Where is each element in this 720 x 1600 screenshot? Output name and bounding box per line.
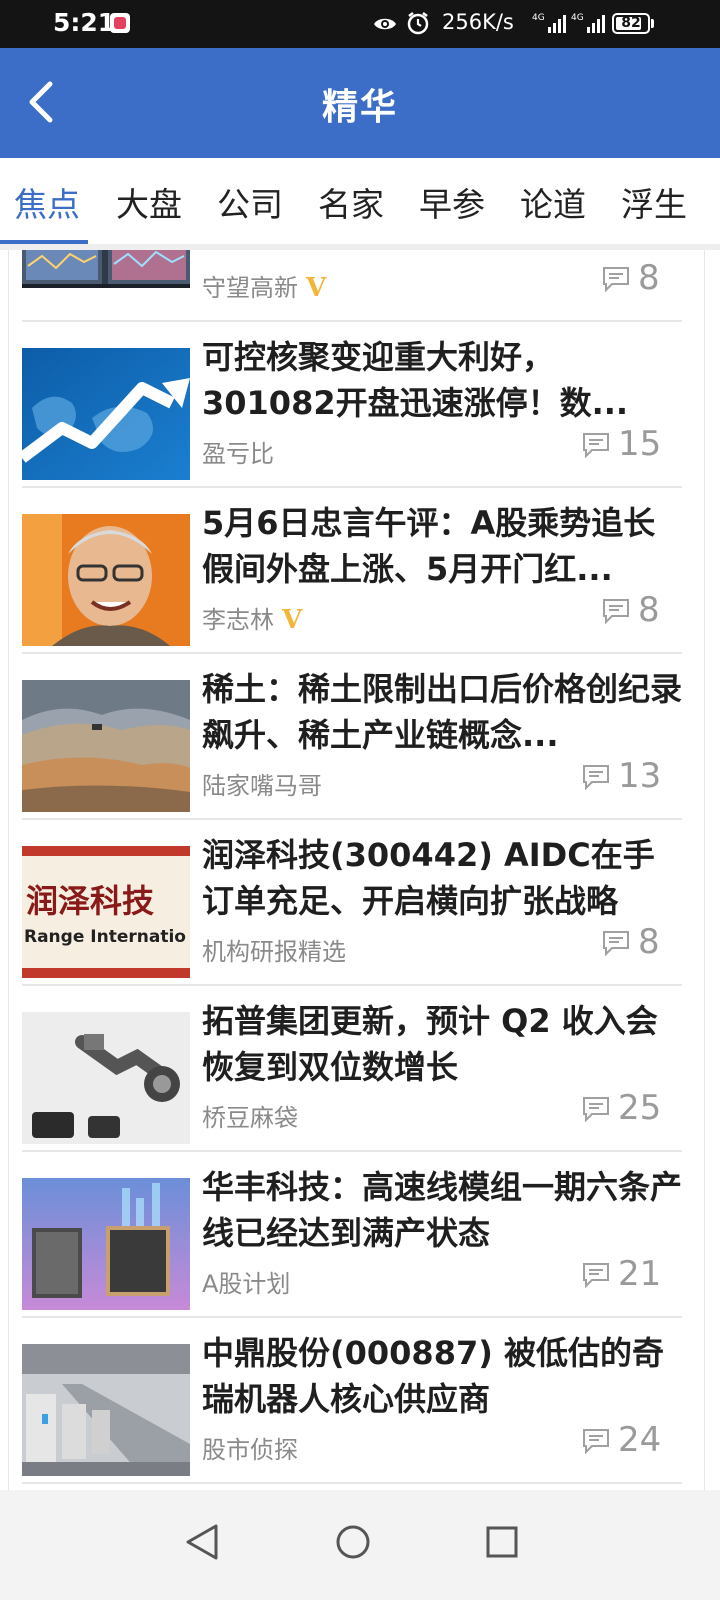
verified-badge-icon: V: [306, 273, 327, 303]
battery-tip: [651, 19, 654, 28]
eye-icon: [374, 18, 396, 30]
article-thumbnail: 润泽科技 Range Internatio: [22, 846, 190, 978]
list-border: [704, 250, 705, 1490]
comment-icon: [583, 433, 609, 458]
status-time: 5:21: [53, 8, 116, 37]
article-author: 桥豆麻袋: [202, 1104, 298, 1132]
signal-icon: 4G: [571, 13, 605, 33]
app-header: 精华: [0, 48, 720, 158]
article-title: 润泽科技(300442) AIDC在手订单充足、开启横向扩张战略: [202, 836, 655, 920]
notification-app-icon: [110, 13, 130, 33]
article-author: 陆家嘴马哥: [202, 772, 322, 800]
tab-discussion[interactable]: 论道: [520, 178, 586, 226]
comment-icon: [583, 765, 609, 790]
comment-count: 24: [618, 1420, 662, 1460]
article-title: 5月6日忠言午评：A股乘势追长假间外盘上涨、5月开门红...: [202, 504, 656, 588]
news-list[interactable]: 守望高新 V 8 可控核聚变迎重大利好，301082开盘迅速涨停！数... 盈亏比…: [0, 250, 720, 1490]
news-item[interactable]: 中鼎股份(000887) 被低估的奇瑞机器人核心供应商 股市侦探 24: [22, 1318, 682, 1484]
comment-count: 15: [618, 424, 662, 464]
system-nav-bar: [0, 1490, 720, 1600]
comment-icon: [583, 1263, 609, 1288]
article-thumbnail: [22, 680, 190, 812]
tab-morning[interactable]: 早参: [419, 178, 485, 226]
article-title: 可控核聚变迎重大利好，301082开盘迅速涨停！数...: [202, 338, 629, 422]
thumbnail-text: 润泽科技: [26, 882, 154, 920]
news-item[interactable]: 5月6日忠言午评：A股乘势追长假间外盘上涨、5月开门红... 李志林 V 8: [22, 488, 682, 654]
article-author: A股计划: [202, 1270, 291, 1298]
circle-home-icon[interactable]: [323, 1512, 383, 1572]
square-recents-icon[interactable]: [472, 1512, 532, 1572]
signal-icon: 4G: [532, 13, 566, 33]
list-border: [8, 250, 9, 1490]
svg-text:4G: 4G: [532, 13, 545, 23]
comment-icon: [603, 931, 629, 956]
article-author: 股市侦探: [202, 1436, 298, 1464]
news-item[interactable]: 稀土：稀土限制出口后价格创纪录飙升、稀土产业链概念... 陆家嘴马哥 13: [22, 654, 682, 820]
battery-icon: 82: [612, 13, 650, 34]
news-item[interactable]: 可控核聚变迎重大利好，301082开盘迅速涨停！数... 盈亏比 15: [22, 322, 682, 488]
tab-market[interactable]: 大盘: [116, 178, 182, 226]
battery-percent: 82: [621, 15, 641, 31]
news-item[interactable]: 拓普集团更新，预计 Q2 收入会恢复到双位数增长 桥豆麻袋 25: [22, 986, 682, 1152]
comment-count: 8: [638, 922, 660, 962]
article-title: 拓普集团更新，预计 Q2 收入会恢复到双位数增长: [202, 1002, 658, 1086]
comment-count: 8: [638, 590, 660, 630]
article-thumbnail: [22, 1178, 190, 1310]
page-title: 精华: [321, 87, 398, 128]
comment-count: 8: [638, 258, 660, 298]
news-item[interactable]: 华丰科技：高速线模组一期六条产线已经达到满产状态 A股计划 21: [22, 1152, 682, 1318]
comment-icon: [583, 1429, 609, 1454]
triangle-back-icon[interactable]: [172, 1512, 232, 1572]
article-thumbnail: [22, 348, 190, 480]
verified-badge-icon: V: [282, 605, 303, 635]
article-author: 机构研报精选: [202, 938, 346, 966]
tab-focus[interactable]: 焦点: [14, 178, 80, 226]
article-thumbnail: [22, 1012, 190, 1144]
svg-text:4G: 4G: [571, 13, 584, 23]
comment-icon: [583, 1097, 609, 1122]
alarm-icon: [407, 12, 429, 35]
tab-company[interactable]: 公司: [217, 178, 283, 226]
comment-count: 21: [618, 1254, 662, 1294]
article-author: 盈亏比: [202, 440, 274, 468]
comment-icon: [603, 267, 629, 292]
status-bar: 5:21 256K/s 4G 4G 82: [0, 0, 720, 48]
tab-life[interactable]: 浮生: [621, 178, 687, 226]
article-author: 守望高新 V: [202, 273, 327, 303]
tab-bar: 焦点 大盘 公司 名家 早参 论道 浮生: [0, 158, 720, 244]
tab-experts[interactable]: 名家: [318, 178, 384, 226]
thumbnail-text: Range Internatio: [24, 927, 186, 947]
article-thumbnail: [22, 1344, 190, 1476]
news-item[interactable]: 润泽科技 Range Internatio 润泽科技(300442) AIDC在…: [22, 820, 682, 986]
article-thumbnail: [22, 514, 190, 646]
comment-count: 13: [618, 756, 662, 796]
comment-icon: [603, 599, 629, 624]
article-thumbnail: [22, 250, 190, 288]
network-speed: 256K/s: [442, 10, 514, 34]
comment-count: 25: [618, 1088, 662, 1128]
news-item[interactable]: 守望高新 V 8: [22, 250, 682, 322]
article-author: 李志林 V: [202, 605, 303, 635]
article-title: 华丰科技：高速线模组一期六条产线已经达到满产状态: [202, 1168, 682, 1252]
article-title: 中鼎股份(000887) 被低估的奇瑞机器人核心供应商: [202, 1334, 664, 1418]
article-title: 稀土：稀土限制出口后价格创纪录飙升、稀土产业链概念...: [202, 670, 682, 754]
